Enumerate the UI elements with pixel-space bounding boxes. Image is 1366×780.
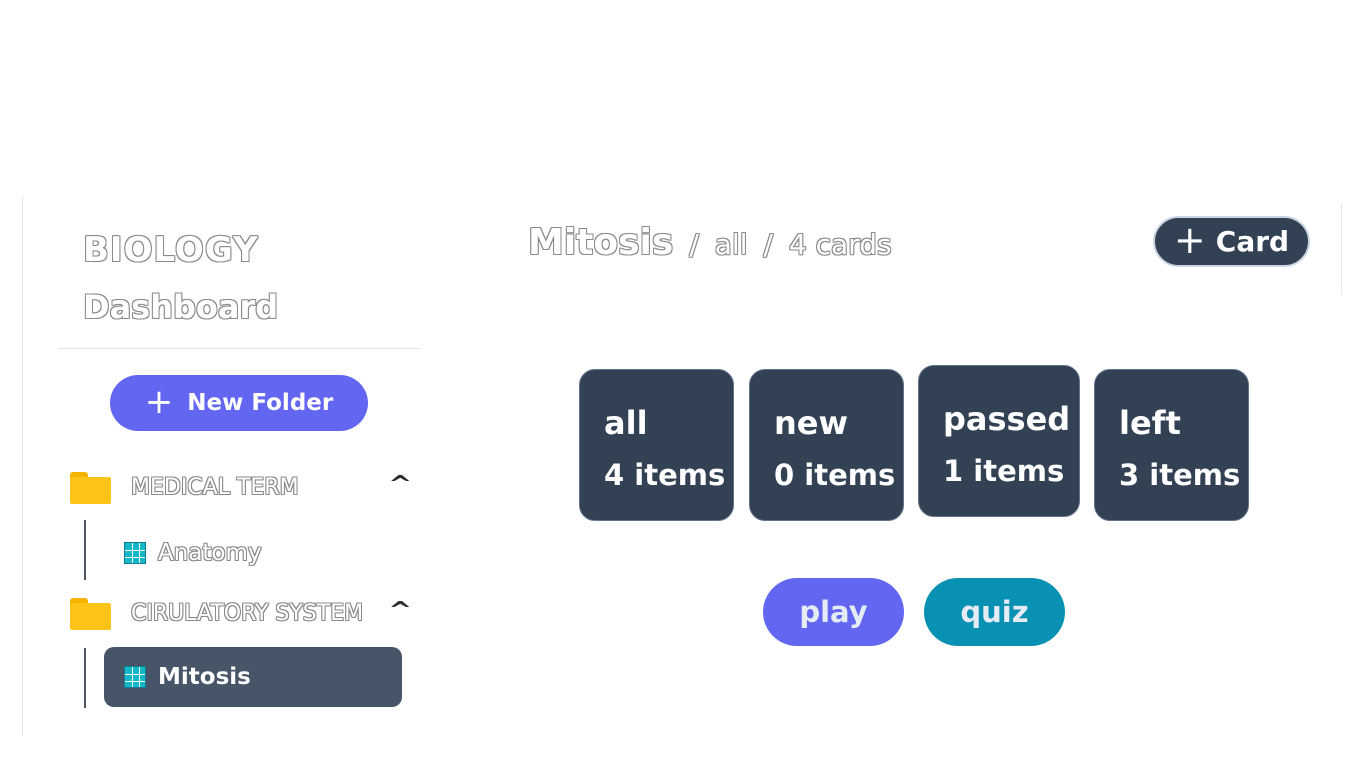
sidebar-divider (58, 348, 420, 349)
stat-title: left (1119, 404, 1181, 442)
quiz-button[interactable]: quiz (924, 578, 1065, 646)
grid-icon (124, 666, 146, 688)
stat-title: passed (943, 400, 1071, 438)
play-button[interactable]: play (763, 578, 904, 646)
grid-icon (124, 542, 146, 564)
chevron-up-icon[interactable]: ^ (388, 472, 412, 497)
stat-title: all (604, 404, 648, 442)
breadcrumb-count: 4 cards (788, 228, 892, 261)
breadcrumb-filter[interactable]: all (715, 228, 748, 261)
sidebar-title: BIOLOGY (83, 230, 259, 270)
stat-count: 0 items (774, 458, 896, 492)
stat-card-left[interactable]: left 3 items (1094, 369, 1249, 521)
app-root: BIOLOGY Dashboard + New Folder MEDICAL T… (0, 0, 1366, 780)
add-card-button[interactable]: + Card (1153, 216, 1310, 267)
deck-label: Mitosis (158, 664, 251, 690)
plus-icon: + (144, 381, 174, 422)
sidebar-edge (22, 196, 23, 736)
stat-count: 3 items (1119, 458, 1241, 492)
add-card-label: Card (1215, 225, 1290, 258)
stat-count: 4 items (604, 458, 726, 492)
folder-icon (70, 472, 111, 504)
breadcrumb-deck[interactable]: Mitosis (528, 222, 673, 263)
stat-card-all[interactable]: all 4 items (579, 369, 734, 521)
breadcrumb-separator: / (689, 228, 699, 261)
stat-count: 1 items (943, 454, 1065, 488)
tree-line (84, 648, 86, 708)
folder-label: MEDICAL TERM (131, 475, 299, 500)
plus-icon: + (1173, 218, 1206, 262)
folder-icon (70, 598, 111, 630)
stat-card-passed[interactable]: passed 1 items (918, 365, 1080, 517)
sidebar-subtitle: Dashboard (83, 288, 279, 326)
deck-item-mitosis[interactable]: Mitosis (104, 647, 402, 707)
deck-label: Anatomy (158, 540, 262, 566)
breadcrumb: Mitosis / all / 4 cards (528, 222, 892, 263)
new-folder-label: New Folder (187, 390, 334, 416)
folder-label: CIRULATORY SYSTEM (131, 601, 364, 626)
header-edge (1341, 203, 1342, 295)
breadcrumb-separator: / (763, 228, 773, 261)
tree-line (84, 520, 86, 580)
chevron-up-icon[interactable]: ^ (388, 598, 412, 623)
folder-medical-term[interactable]: MEDICAL TERM ^ (70, 469, 415, 509)
folder-cirulatory-system[interactable]: CIRULATORY SYSTEM ^ (70, 595, 415, 635)
new-folder-button[interactable]: + New Folder (110, 375, 368, 431)
stat-title: new (774, 404, 849, 442)
deck-item-anatomy[interactable]: Anatomy (104, 523, 402, 583)
stat-card-new[interactable]: new 0 items (749, 369, 904, 521)
